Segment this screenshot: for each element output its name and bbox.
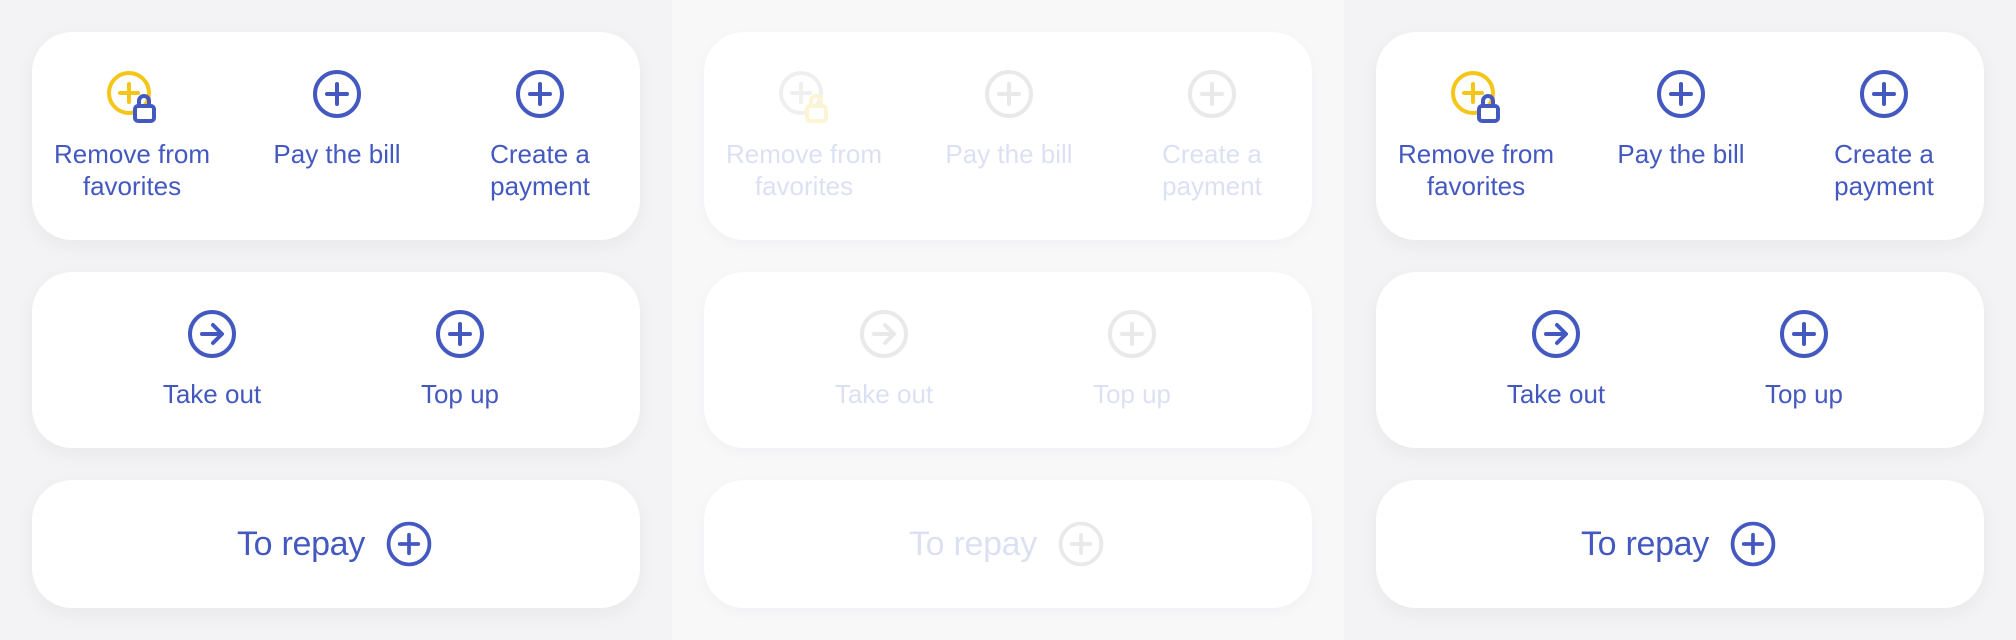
action-label: Pay the bill [273,139,401,169]
plus-circle-icon [1860,70,1908,118]
arrow-right-circle-icon [860,310,908,358]
quick-actions-card: Remove from favorites Pay the bill Creat… [32,32,640,240]
repay-card: To repay [1376,480,1984,608]
to-repay-button[interactable]: To repay [32,480,640,608]
plus-circle-icon [1188,70,1236,118]
repay-label: To repay [908,524,1037,563]
plus-circle-icon [436,310,484,358]
pay-the-bill-button: Pay the bill [917,68,1101,170]
top-up-button[interactable]: Top up [1712,308,1896,410]
plus-circle-icon [1108,310,1156,358]
pay-the-bill-button[interactable]: Pay the bill [245,68,429,170]
plus-circle-icon [1730,521,1776,567]
favorite-lock-icon [107,71,156,123]
plus-circle-icon [516,70,564,118]
action-label: Take out [834,379,934,409]
quick-actions-card: Remove from favorites Pay the bill Creat… [1376,32,1984,240]
action-label: Remove from favorites [725,139,883,201]
transfer-card: Take out Top up [32,272,640,448]
action-label: Pay the bill [1617,139,1745,169]
take-out-button: Take out [792,308,976,410]
transfer-card: Take out Top up [704,272,1312,448]
action-label: Create a payment [1162,139,1262,201]
repay-label: To repay [236,524,365,563]
action-label: Top up [1092,379,1172,409]
create-payment-button: Create a payment [1120,68,1304,202]
arrow-right-circle-icon [188,310,236,358]
plus-circle-icon [1657,70,1705,118]
panel-2-disabled: Remove from favorites Pay the bill Creat… [672,0,1344,640]
plus-circle-icon [985,70,1033,118]
action-label: Remove from favorites [53,139,211,201]
favorite-lock-icon [1451,71,1500,123]
plus-circle-icon [1780,310,1828,358]
plus-circle-icon [313,70,361,118]
plus-circle-icon [1058,521,1104,567]
repay-card: To repay [704,480,1312,608]
plus-circle-icon [386,521,432,567]
action-label: Take out [162,379,262,409]
action-label: Pay the bill [945,139,1073,169]
create-payment-button[interactable]: Create a payment [448,68,632,202]
panel-1: Remove from favorites Pay the bill Creat… [0,0,672,640]
favorite-lock-icon [779,71,828,123]
action-label: Create a payment [490,139,590,201]
panel-3: Remove from favorites Pay the bill Creat… [1344,0,2016,640]
to-repay-button: To repay [704,480,1312,608]
take-out-button[interactable]: Take out [120,308,304,410]
repay-label: To repay [1580,524,1709,563]
pay-the-bill-button[interactable]: Pay the bill [1589,68,1773,170]
action-label: Remove from favorites [1397,139,1555,201]
action-label: Take out [1506,379,1606,409]
create-payment-button[interactable]: Create a payment [1792,68,1976,202]
top-up-button[interactable]: Top up [368,308,552,410]
repay-card: To repay [32,480,640,608]
remove-from-favorites-button[interactable]: Remove from favorites [1384,68,1568,202]
to-repay-button[interactable]: To repay [1376,480,1984,608]
action-label: Create a payment [1834,139,1934,201]
transfer-card: Take out Top up [1376,272,1984,448]
quick-actions-card: Remove from favorites Pay the bill Creat… [704,32,1312,240]
top-up-button: Top up [1040,308,1224,410]
take-out-button[interactable]: Take out [1464,308,1648,410]
remove-from-favorites-button: Remove from favorites [712,68,896,202]
remove-from-favorites-button[interactable]: Remove from favorites [40,68,224,202]
action-label: Top up [420,379,500,409]
arrow-right-circle-icon [1532,310,1580,358]
action-label: Top up [1764,379,1844,409]
